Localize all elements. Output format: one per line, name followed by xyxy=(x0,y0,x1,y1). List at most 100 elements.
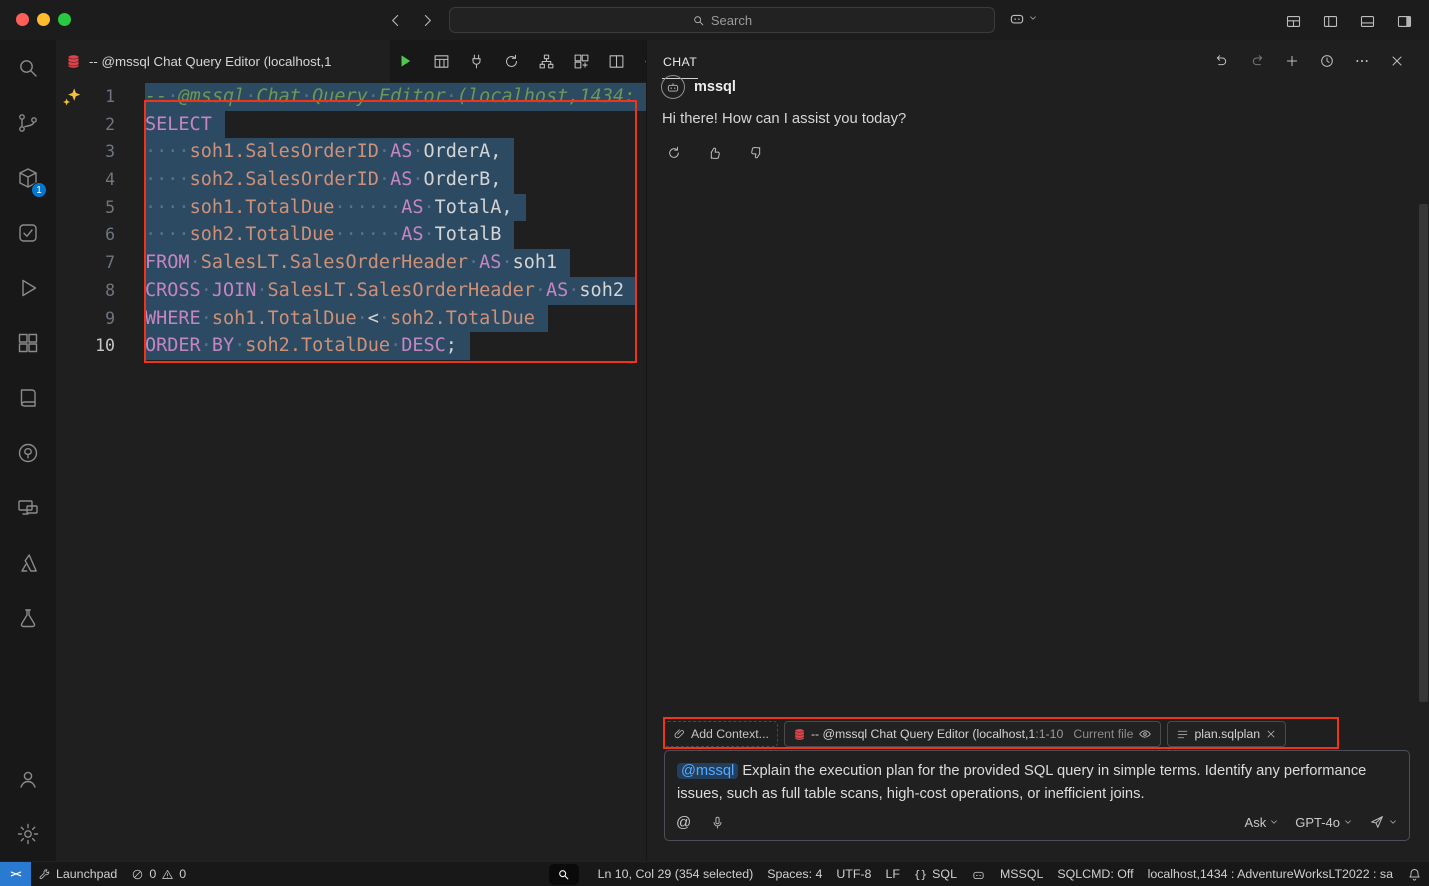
copilot-status[interactable] xyxy=(964,862,993,886)
send-icon xyxy=(1369,814,1385,830)
history-icon[interactable] xyxy=(1315,49,1339,73)
chat-message-header: mssql xyxy=(661,75,736,99)
mic-icon[interactable] xyxy=(705,810,729,834)
language-mode[interactable]: {} SQL xyxy=(907,862,964,886)
chat-input-text[interactable]: @mssql Explain the execution plan for th… xyxy=(677,760,1397,806)
sidebar-item-azure[interactable] xyxy=(0,535,56,590)
launchpad-button[interactable]: Launchpad xyxy=(31,862,124,886)
code-line[interactable]: 2SELECT xyxy=(56,111,646,139)
connection-status[interactable]: localhost,1434 : AdventureWorksLT2022 : … xyxy=(1141,862,1400,886)
sidebar-item-testing[interactable] xyxy=(0,205,56,260)
toggle-secondary-sidebar-icon[interactable] xyxy=(1392,9,1416,33)
run-query-button[interactable] xyxy=(394,49,418,73)
code-line[interactable]: 5····soh1.TotalDue······AS·TotalA, xyxy=(56,194,646,222)
toggle-panel-icon[interactable] xyxy=(1355,9,1379,33)
navigate-forward-icon[interactable] xyxy=(415,8,439,32)
indentation-indicator[interactable]: Spaces: 4 xyxy=(760,862,829,886)
plan-chip-label: plan.sqlplan xyxy=(1194,727,1260,741)
undo-icon[interactable] xyxy=(1210,49,1234,73)
code-line[interactable]: 8CROSS·JOIN·SalesLT.SalesOrderHeader·AS·… xyxy=(56,277,646,305)
sidebar-item-extensions[interactable] xyxy=(0,315,56,370)
copilot-sparkle-icon[interactable] xyxy=(62,87,82,107)
sidebar-item-database-projects[interactable]: 1 xyxy=(0,150,56,205)
code-line[interactable]: 3····soh1.SalesOrderID·AS·OrderA, xyxy=(56,138,646,166)
zoom-window-button[interactable] xyxy=(58,13,71,26)
query-plan-icon[interactable] xyxy=(569,49,593,73)
more-actions-icon[interactable] xyxy=(1350,49,1374,73)
remote-explorer-icon xyxy=(16,496,40,520)
copilot-menu[interactable] xyxy=(1008,9,1038,27)
cursor-position[interactable]: Ln 10, Col 29 (354 selected) xyxy=(591,862,761,886)
results-grid-icon[interactable] xyxy=(429,49,453,73)
sidebar-item-source-control[interactable] xyxy=(0,95,56,150)
eol-indicator[interactable]: LF xyxy=(878,862,906,886)
close-window-button[interactable] xyxy=(16,13,29,26)
chevron-down-icon xyxy=(1343,817,1353,827)
sidebar-item-sql-tools[interactable] xyxy=(0,590,56,645)
minimize-window-button[interactable] xyxy=(37,13,50,26)
sidebar-item-run-and-debug[interactable] xyxy=(0,260,56,315)
toggle-primary-sidebar-icon[interactable] xyxy=(1318,9,1342,33)
sqlcmd-status[interactable]: SQLCMD: Off xyxy=(1050,862,1140,886)
context-chip-plan-file[interactable]: plan.sqlplan xyxy=(1167,721,1286,747)
mssql-status[interactable]: MSSQL xyxy=(993,862,1050,886)
sidebar-item-search[interactable] xyxy=(0,40,56,95)
close-icon[interactable] xyxy=(1385,49,1409,73)
remove-chip-icon[interactable] xyxy=(1265,728,1277,740)
sidebar-item-github[interactable] xyxy=(0,425,56,480)
warning-count: 0 xyxy=(179,867,186,881)
schema-designer-icon[interactable] xyxy=(534,49,558,73)
scrollbar-thumb[interactable] xyxy=(1419,204,1428,702)
azure-icon xyxy=(16,551,40,575)
remote-indicator[interactable]: >< xyxy=(0,862,31,886)
line-number: 2 xyxy=(56,111,115,139)
code-line[interactable]: 7FROM·SalesLT.SalesOrderHeader·AS·soh1 xyxy=(56,249,646,277)
search-icon xyxy=(16,56,40,80)
problems-indicator[interactable]: 0 0 xyxy=(124,862,193,886)
mention-icon[interactable]: @ xyxy=(676,814,691,831)
model-dropdown[interactable]: GPT-4o xyxy=(1295,815,1353,830)
notifications-bell-icon[interactable] xyxy=(1400,862,1429,886)
context-file-badge: Current file xyxy=(1073,727,1133,741)
code-line[interactable]: 10ORDER·BY·soh2.TotalDue·DESC; xyxy=(56,332,646,360)
mention-chip[interactable]: @mssql xyxy=(677,763,738,779)
warnings-icon xyxy=(161,868,174,881)
context-chip-current-file[interactable]: -- @mssql Chat Query Editor (localhost,1… xyxy=(784,721,1162,747)
editor-actions xyxy=(394,40,663,82)
thumbs-up-icon[interactable] xyxy=(703,141,727,165)
sidebar-item-settings[interactable] xyxy=(0,806,56,861)
chat-input[interactable]: @mssql Explain the execution plan for th… xyxy=(664,750,1410,841)
rerun-icon[interactable] xyxy=(662,141,686,165)
encoding-indicator[interactable]: UTF-8 xyxy=(829,862,878,886)
code-line[interactable]: 4····soh2.SalesOrderID·AS·OrderB, xyxy=(56,166,646,194)
code-line[interactable]: 6····soh2.TotalDue······AS·TotalB xyxy=(56,221,646,249)
thumbs-down-icon[interactable] xyxy=(744,141,768,165)
code-line[interactable]: 9WHERE·soh1.TotalDue·<·soh2.TotalDue xyxy=(56,305,646,333)
navigate-back-icon[interactable] xyxy=(383,8,407,32)
editor-tab[interactable]: -- @mssql Chat Query Editor (localhost,1 xyxy=(56,40,390,82)
status-bar: >< Launchpad 0 0 Ln 10, Col 29 (354 sele… xyxy=(0,861,1429,886)
context-chips-row: Add Context... -- @mssql Chat Query Edit… xyxy=(664,721,1286,747)
braces-icon: {} xyxy=(914,868,927,881)
code-line[interactable]: 1--·@mssql·Chat·Query·Editor·(localhost,… xyxy=(56,83,646,111)
notebook-icon xyxy=(16,386,40,410)
new-chat-icon[interactable] xyxy=(1280,49,1304,73)
split-editor-icon[interactable] xyxy=(604,49,628,73)
zoom-indicator[interactable] xyxy=(549,864,579,885)
editor-pane: -- @mssql Chat Query Editor (localhost,1 xyxy=(56,40,646,861)
sidebar-item-remote-explorer[interactable] xyxy=(0,480,56,535)
code-editor[interactable]: 1--·@mssql·Chat·Query·Editor·(localhost,… xyxy=(56,82,646,861)
tab-chat[interactable]: CHAT xyxy=(662,43,698,79)
customize-layout-icon[interactable] xyxy=(1281,9,1305,33)
estimated-plan-icon[interactable] xyxy=(499,49,523,73)
activity-bar: 1 xyxy=(0,40,56,861)
search-input[interactable]: Search xyxy=(449,7,995,33)
eye-icon[interactable] xyxy=(1138,727,1152,741)
sidebar-item-accounts[interactable] xyxy=(0,751,56,806)
connection-plug-icon[interactable] xyxy=(464,49,488,73)
add-context-button[interactable]: Add Context... xyxy=(664,721,778,747)
sidebar-item-notebooks[interactable] xyxy=(0,370,56,425)
redo-icon[interactable] xyxy=(1245,49,1269,73)
mode-dropdown[interactable]: Ask xyxy=(1245,815,1280,830)
send-button[interactable] xyxy=(1369,814,1398,830)
